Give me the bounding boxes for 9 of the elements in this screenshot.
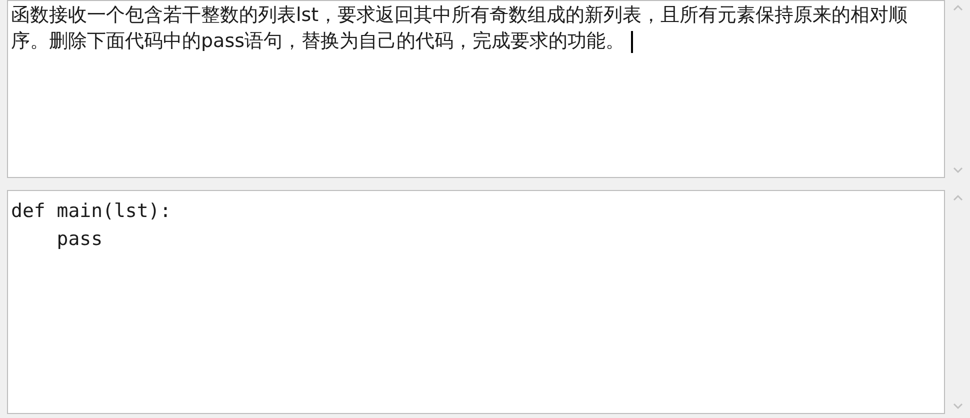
code-text: def main(lst): pass bbox=[11, 199, 172, 252]
scroll-up-icon[interactable] bbox=[953, 4, 963, 11]
scroll-down-icon[interactable] bbox=[953, 167, 963, 174]
text-cursor-icon bbox=[630, 30, 633, 53]
question-text-area[interactable]: 函数接收一个包含若干整数的列表lst，要求返回其中所有奇数组成的新列表，且所有元素保持原来的相对顺序。删除下面代码中的pass语句，替换为自己的代码，完成要求的功能。 bbox=[7, 0, 945, 178]
scroll-up-icon[interactable] bbox=[953, 194, 963, 201]
code-editor[interactable]: def main(lst): pass bbox=[7, 190, 945, 414]
question-text: 函数接收一个包含若干整数的列表lst，要求返回其中所有奇数组成的新列表，且所有元素保持原来的相对顺序。删除下面代码中的pass语句，替换为自己的代码，完成要求的功能。 bbox=[11, 3, 909, 54]
scroll-down-icon[interactable] bbox=[953, 403, 963, 410]
